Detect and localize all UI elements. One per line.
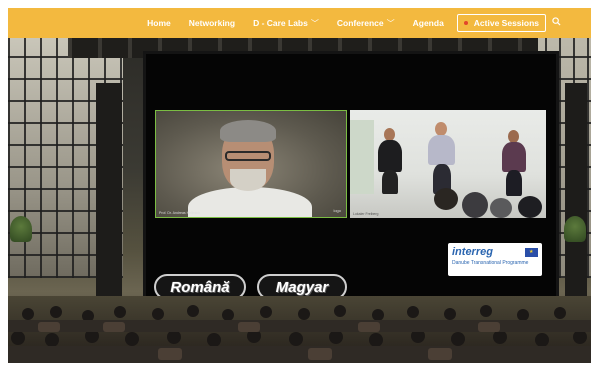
- panel-video-tile[interactable]: Lokaler Freiberg: [350, 110, 546, 218]
- search-icon[interactable]: [552, 17, 561, 29]
- interreg-subtitle: Danube Transnational Programme: [452, 260, 529, 266]
- speaker-column-left: [96, 83, 122, 308]
- virtual-auditorium: Prof. Dr. Andreas Hellmich logo Lokaler …: [8, 38, 591, 363]
- panel-caption: Lokaler Freiberg: [353, 212, 379, 216]
- nav-agenda-label: Agenda: [412, 18, 444, 28]
- live-dot-icon: [463, 21, 468, 25]
- speaker-hair: [220, 120, 276, 142]
- chevron-down-icon: ﹀: [386, 18, 395, 28]
- speaker-column-right: [565, 83, 587, 308]
- eu-flag-icon: [525, 247, 538, 257]
- speaker-caption: Prof. Dr. Andreas Hellmich: [159, 211, 201, 215]
- nav-conference[interactable]: Conference ﹀: [328, 18, 404, 29]
- top-navigation-bar: Home Networking D - Care Labs ﹀ Conferenc…: [8, 8, 591, 38]
- nav-conference-label: Conference: [336, 18, 384, 28]
- camera-logo: logo: [333, 208, 341, 213]
- nav-home[interactable]: Home: [138, 18, 180, 28]
- chevron-down-icon: ﹀: [310, 18, 319, 28]
- nav-home-label: Home: [147, 18, 171, 28]
- nav-networking-label: Networking: [188, 18, 236, 28]
- speaker-beard: [230, 169, 266, 191]
- interreg-wordmark: interreg: [452, 246, 493, 258]
- nav-agenda[interactable]: Agenda: [404, 18, 453, 28]
- plant-decoration: [564, 216, 586, 242]
- speaker-video-tile[interactable]: Prof. Dr. Andreas Hellmich logo: [155, 110, 347, 218]
- speaker-glasses: [225, 151, 271, 161]
- nav-active-sessions[interactable]: Active Sessions: [456, 14, 546, 32]
- stage-screen: Prof. Dr. Andreas Hellmich logo Lokaler …: [146, 54, 556, 304]
- nav-networking[interactable]: Networking: [180, 18, 244, 28]
- plant-decoration: [10, 216, 32, 242]
- app-frame: Home Networking D - Care Labs ﹀ Conferenc…: [0, 0, 599, 371]
- nav-active-sessions-label: Active Sessions: [473, 18, 539, 28]
- nav-dcare-labs[interactable]: D - Care Labs ﹀: [244, 18, 328, 29]
- nav-dcare-labs-label: D - Care Labs: [253, 18, 308, 28]
- audience-seating: [8, 296, 591, 363]
- sponsor-logo-interreg: interreg Danube Transnational Programme: [448, 243, 542, 276]
- audience-crowd: [8, 305, 591, 363]
- panel-banner: [350, 120, 374, 194]
- speaker-shirt: [188, 187, 312, 217]
